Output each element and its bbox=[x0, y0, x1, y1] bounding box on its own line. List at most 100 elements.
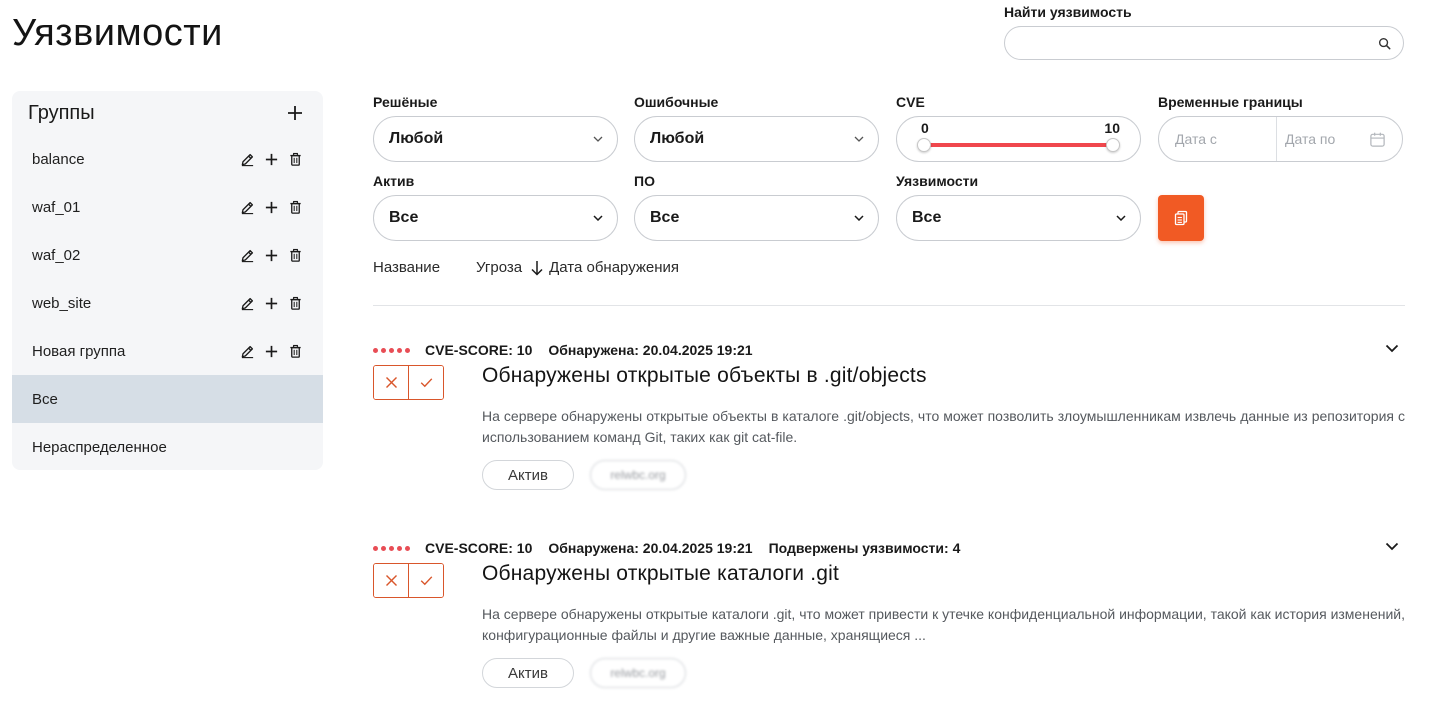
erroneous-select-value: Любой bbox=[650, 130, 705, 147]
plus-icon[interactable] bbox=[264, 200, 279, 215]
vulnerability-card: CVE-SCORE: 10 Обнаружена: 20.04.2025 19:… bbox=[373, 340, 1405, 490]
group-actions bbox=[240, 200, 303, 215]
sidebar-header: Группы bbox=[12, 91, 323, 135]
filter-time: Временные границы Дата с Дата по bbox=[1158, 92, 1403, 162]
plus-icon[interactable] bbox=[264, 344, 279, 359]
vulnerability-card: CVE-SCORE: 10 Обнаружена: 20.04.2025 19:… bbox=[373, 538, 1405, 688]
filter-resolved: Решёные Любой bbox=[373, 92, 618, 162]
sidebar-group-item[interactable]: Все bbox=[12, 375, 323, 423]
date-to-field[interactable]: Дата по bbox=[1277, 117, 1402, 161]
vulnerability-title[interactable]: Обнаружены открытые объекты в .git/objec… bbox=[482, 364, 927, 388]
resolved-select[interactable]: Любой bbox=[373, 116, 618, 162]
filter-asset-label: Актив bbox=[373, 173, 415, 189]
group-item-label: waf_02 bbox=[32, 246, 81, 264]
close-icon bbox=[385, 377, 397, 388]
chevron-down-icon bbox=[854, 136, 864, 142]
sidebar-group-item[interactable]: Новая группа bbox=[12, 327, 323, 375]
sort-by-name[interactable]: Название bbox=[373, 259, 440, 276]
chevron-down-icon[interactable] bbox=[1385, 344, 1399, 353]
search-box[interactable] bbox=[1004, 26, 1404, 60]
vulnerability-title[interactable]: Обнаружены открытые каталоги .git bbox=[482, 562, 839, 586]
filter-vulnerabilities-label: Уязвимости bbox=[896, 173, 979, 189]
vulnerabilities-select-value: Все bbox=[912, 209, 942, 226]
cve-range-slider[interactable]: 0 10 bbox=[896, 116, 1141, 162]
cve-range-min: 0 bbox=[921, 120, 929, 136]
asset-tag[interactable]: Актив bbox=[482, 658, 574, 688]
software-select[interactable]: Все bbox=[634, 195, 879, 241]
reject-button[interactable] bbox=[374, 564, 408, 597]
filter-software: ПО Все bbox=[634, 171, 879, 241]
group-actions bbox=[240, 248, 303, 263]
host-tag[interactable]: relwbc.org bbox=[590, 460, 686, 490]
edit-icon[interactable] bbox=[240, 248, 255, 263]
chevron-down-icon[interactable] bbox=[1385, 542, 1399, 551]
filter-vulnerabilities: Уязвимости Все bbox=[896, 171, 1141, 241]
sidebar-group-item[interactable]: waf_02 bbox=[12, 231, 323, 279]
edit-icon[interactable] bbox=[240, 296, 255, 311]
filter-asset: Актив Все bbox=[373, 171, 618, 241]
group-actions bbox=[240, 344, 303, 359]
plus-icon[interactable] bbox=[264, 296, 279, 311]
calendar-icon[interactable] bbox=[1369, 131, 1386, 148]
export-button[interactable] bbox=[1158, 195, 1204, 241]
edit-icon[interactable] bbox=[240, 200, 255, 215]
trash-icon[interactable] bbox=[288, 344, 303, 359]
sort-bar: Название Угроза Дата обнаружения bbox=[373, 259, 679, 276]
date-from-field[interactable]: Дата с bbox=[1159, 117, 1277, 161]
filter-software-label: ПО bbox=[634, 173, 655, 189]
group-item-label: Новая группа bbox=[32, 342, 126, 360]
triage-buttons bbox=[373, 365, 444, 400]
resolved-select-value: Любой bbox=[389, 130, 444, 147]
vulnerabilities-select[interactable]: Все bbox=[896, 195, 1141, 241]
sidebar-title: Группы bbox=[28, 101, 95, 124]
group-item-label: Нераспределенное bbox=[32, 438, 167, 456]
asset-tag[interactable]: Актив bbox=[482, 460, 574, 490]
chevron-down-icon bbox=[593, 215, 603, 221]
edit-icon[interactable] bbox=[240, 152, 255, 167]
group-item-label: Все bbox=[32, 390, 58, 408]
vulnerability-tags: Актив relwbc.org bbox=[482, 460, 686, 490]
cve-range-max-handle[interactable] bbox=[1106, 138, 1120, 152]
accept-button[interactable] bbox=[408, 366, 443, 399]
cve-range-track[interactable] bbox=[924, 143, 1113, 147]
vulnerability-description: На сервере обнаружены открытые объекты в… bbox=[482, 408, 1405, 445]
add-group-icon[interactable] bbox=[287, 105, 303, 121]
sort-by-date[interactable]: Дата обнаружения bbox=[549, 259, 679, 276]
trash-icon[interactable] bbox=[288, 152, 303, 167]
search-label: Найти уязвимость bbox=[1004, 4, 1132, 20]
trash-icon[interactable] bbox=[288, 200, 303, 215]
group-item-label: waf_01 bbox=[32, 198, 81, 216]
vulnerability-description: На сервере обнаружены открытые каталоги … bbox=[482, 606, 1405, 643]
cve-score: CVE-SCORE: 10 bbox=[425, 540, 533, 556]
host-tag[interactable]: relwbc.org bbox=[590, 658, 686, 688]
vulnerability-meta: CVE-SCORE: 10 Обнаружена: 20.04.2025 19:… bbox=[373, 340, 1405, 360]
sort-by-threat[interactable]: Угроза bbox=[476, 259, 522, 276]
filter-time-label: Временные границы bbox=[1158, 94, 1303, 110]
sidebar-group-item[interactable]: Нераспределенное bbox=[12, 423, 323, 470]
date-range-picker[interactable]: Дата с Дата по bbox=[1158, 116, 1403, 162]
reject-button[interactable] bbox=[374, 366, 408, 399]
group-list: balance waf_01 waf_02 web_site Новая гру… bbox=[12, 135, 323, 470]
plus-icon[interactable] bbox=[264, 152, 279, 167]
accept-button[interactable] bbox=[408, 564, 443, 597]
group-actions bbox=[240, 296, 303, 311]
list-divider bbox=[373, 305, 1405, 306]
erroneous-select[interactable]: Любой bbox=[634, 116, 879, 162]
sidebar-group-item[interactable]: waf_01 bbox=[12, 183, 323, 231]
sidebar-group-item[interactable]: web_site bbox=[12, 279, 323, 327]
search-icon[interactable] bbox=[1378, 37, 1391, 50]
search-input[interactable] bbox=[1005, 27, 1403, 59]
check-icon bbox=[420, 576, 432, 586]
plus-icon[interactable] bbox=[264, 248, 279, 263]
trash-icon[interactable] bbox=[288, 296, 303, 311]
cve-range-min-handle[interactable] bbox=[917, 138, 931, 152]
affected-count: Подвержены уязвимости: 4 bbox=[768, 540, 961, 556]
sidebar-group-item[interactable]: balance bbox=[12, 135, 323, 183]
trash-icon[interactable] bbox=[288, 248, 303, 263]
group-actions bbox=[240, 152, 303, 167]
date-to-placeholder: Дата по bbox=[1285, 131, 1336, 147]
asset-select[interactable]: Все bbox=[373, 195, 618, 241]
arrow-down-icon[interactable] bbox=[530, 260, 544, 276]
vulnerability-tags: Актив relwbc.org bbox=[482, 658, 686, 688]
edit-icon[interactable] bbox=[240, 344, 255, 359]
